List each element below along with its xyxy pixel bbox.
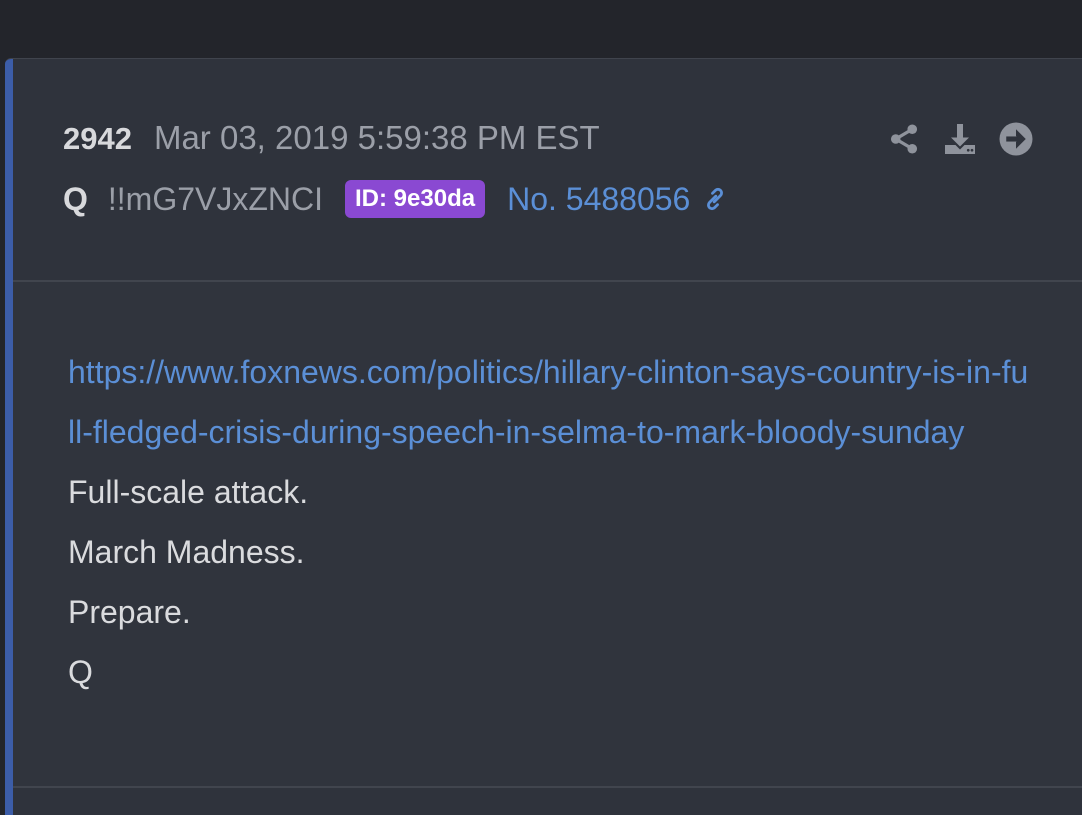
accent-bar xyxy=(5,59,13,815)
post-body-line-3: Prepare. xyxy=(68,594,191,630)
post-timestamp: Mar 03, 2019 5:59:38 PM EST xyxy=(153,119,600,156)
post-body-content: https://www.foxnews.com/politics/hillary… xyxy=(68,342,1033,702)
post-body-line-2: March Madness. xyxy=(68,534,305,570)
download-icon[interactable] xyxy=(942,121,978,157)
post-body: https://www.foxnews.com/politics/hillary… xyxy=(13,282,1082,788)
share-icon[interactable] xyxy=(886,121,922,157)
arrow-circle-right-icon[interactable] xyxy=(998,121,1034,157)
post-author: Q xyxy=(63,180,88,217)
post-body-link[interactable]: https://www.foxnews.com/politics/hillary… xyxy=(68,342,1033,462)
post-number: 2942 xyxy=(63,121,132,156)
post-card: 2942 Mar 03, 2019 5:59:38 PM EST Q !!mG7… xyxy=(5,58,1082,815)
post-actions xyxy=(886,121,1034,157)
post-author-row: Q !!mG7VJxZNCI ID: 9e30da No. 5488056 xyxy=(63,180,732,218)
post-number-link[interactable]: No. 5488056 xyxy=(507,181,690,218)
post-body-line-1: Full-scale attack. xyxy=(68,474,309,510)
post-header: 2942 Mar 03, 2019 5:59:38 PM EST Q !!mG7… xyxy=(13,59,1082,282)
id-badge: ID: 9e30da xyxy=(345,180,486,218)
post-meta-row: 2942 Mar 03, 2019 5:59:38 PM EST xyxy=(63,119,600,157)
post-body-line-4: Q xyxy=(68,654,93,690)
link-icon[interactable] xyxy=(698,182,732,216)
post-tripcode: !!mG7VJxZNCI xyxy=(107,180,324,217)
page: 2942 Mar 03, 2019 5:59:38 PM EST Q !!mG7… xyxy=(0,0,1082,815)
